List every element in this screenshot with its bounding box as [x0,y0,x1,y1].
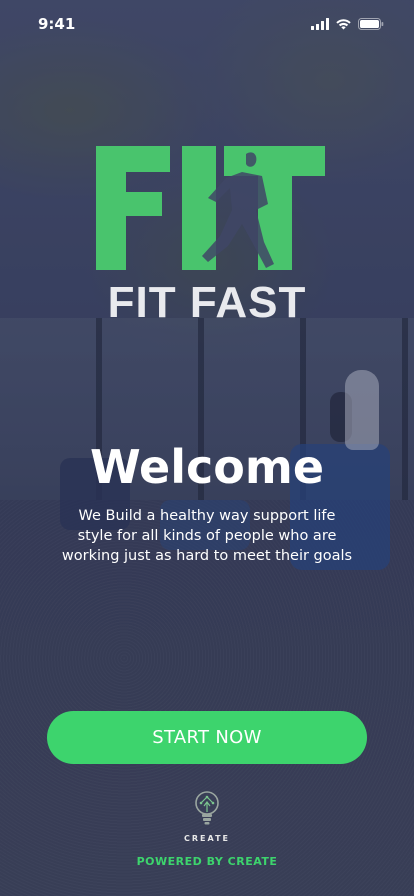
battery-icon [358,18,384,30]
create-logo-text: CREATE [184,834,230,843]
status-icons [311,18,384,30]
fit-logo [96,146,325,270]
status-time: 9:41 [38,15,76,33]
brand-name: FIT FAST [107,278,307,327]
start-now-button[interactable]: START NOW [47,711,367,764]
welcome-title: Welcome [89,440,325,494]
signal-icon [311,18,329,30]
create-logo: CREATE [0,790,414,843]
lightbulb-icon [192,790,222,832]
wifi-icon [335,18,352,30]
status-bar: 9:41 [0,0,414,48]
powered-by-text: POWERED BY CREATE [136,855,278,868]
welcome-tagline: We Build a healthy way support life styl… [61,508,353,564]
